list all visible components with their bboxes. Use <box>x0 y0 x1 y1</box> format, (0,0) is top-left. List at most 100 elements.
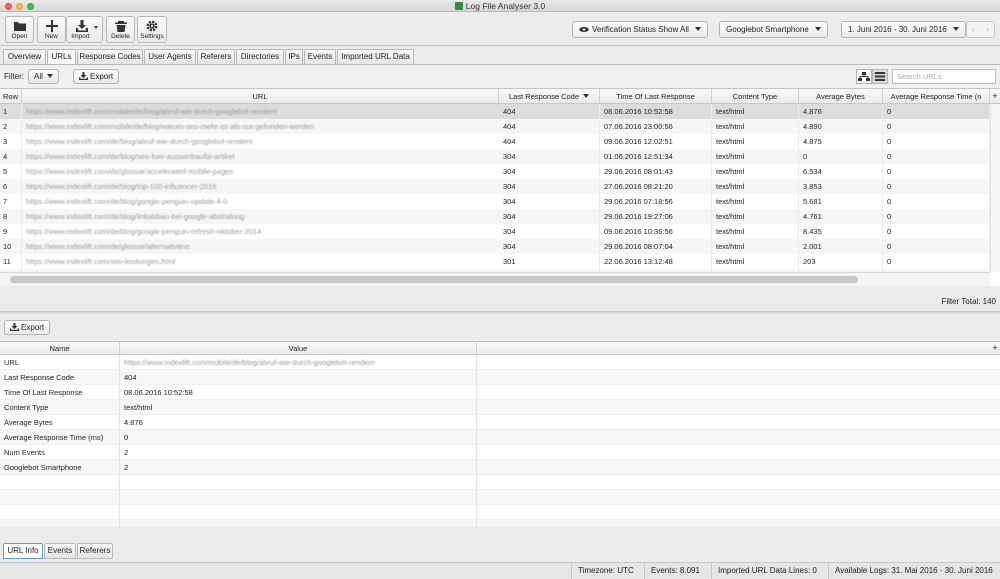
export-icon <box>10 323 19 331</box>
table-cell: 09.06.2016 12:02:51 <box>600 134 712 149</box>
table-row[interactable]: 10 https://www.indexlift.com/de/glossar/a… <box>0 239 990 254</box>
window-title: Log File Analyser 3.0 <box>465 1 546 11</box>
table-row[interactable]: 3 https://www.indexlift.com/de/blog/abruf… <box>0 134 990 149</box>
table-cell: https://www.indexlift.com/de/glossar/alt… <box>26 242 190 251</box>
table-cell: 2.001 <box>799 239 883 254</box>
url-info-table: Name Value + URL https://www.indexlift.co… <box>0 341 1000 527</box>
table-cell: 0 <box>883 134 990 149</box>
table-cell: 304 <box>499 179 600 194</box>
table-row[interactable]: 8 https://www.indexlift.com/de/blog/linka… <box>0 209 990 224</box>
export-label: Export <box>90 72 114 81</box>
tab-events[interactable]: Events <box>304 49 336 65</box>
column-header-value[interactable]: Value <box>120 342 477 355</box>
column-header-average-bytes[interactable]: Average Bytes <box>799 89 883 104</box>
user-agent-dropdown[interactable]: Googlebot Smartphone <box>719 21 828 38</box>
search-input[interactable]: Search URLs <box>892 69 996 84</box>
detail-value: 2 <box>124 463 129 472</box>
verification-status-label: Verification Status Show All <box>592 25 689 34</box>
tree-view-button[interactable] <box>856 69 872 84</box>
export-button[interactable]: Export <box>73 69 120 84</box>
detail-row[interactable]: Last Response Code 404 <box>0 370 1000 385</box>
horizontal-scroll-thumb[interactable] <box>10 276 858 283</box>
tab-urls[interactable]: URLs <box>47 49 76 65</box>
column-header-name[interactable]: Name <box>0 342 120 355</box>
detail-row[interactable]: Average Bytes 4.876 <box>0 415 1000 430</box>
import-button[interactable]: Import <box>66 16 103 43</box>
table-cell: 2 <box>0 119 22 134</box>
previous-arrow-icon[interactable]: ‹ <box>972 24 975 34</box>
column-header-time-of-last-response[interactable]: Time Of Last Response <box>600 89 712 104</box>
detail-row[interactable]: Num Events 2 <box>0 445 1000 460</box>
vertical-scrollbar[interactable] <box>990 104 1000 272</box>
export-icon <box>79 72 88 80</box>
search-placeholder: Search URLs <box>897 72 942 81</box>
detail-row[interactable]: Googlebot Smartphone 2 <box>0 460 1000 475</box>
column-header-url[interactable]: URL <box>22 89 499 104</box>
date-range-dropdown[interactable]: 1. Juni 2016 - 30. Juni 2016 <box>841 21 966 38</box>
user-agent-label: Googlebot Smartphone <box>726 25 809 34</box>
table-cell: 3.853 <box>799 179 883 194</box>
bottom-tab-url-info[interactable]: URL Info <box>3 543 43 559</box>
table-cell: https://www.indexlift.com/de/blog/google… <box>26 197 228 206</box>
column-header-row[interactable]: Row <box>0 89 22 104</box>
tab-overview[interactable]: Overview <box>3 49 46 65</box>
detail-name: Content Type <box>4 403 49 412</box>
detail-row[interactable]: Content Type text/html <box>0 400 1000 415</box>
filter-select[interactable]: All <box>28 69 59 84</box>
detail-value: 08.06.2016 10:52:58 <box>124 388 193 397</box>
settings-button[interactable]: Settings <box>137 16 167 43</box>
detail-row[interactable]: URL https://www.indexlift.com/mobile/de/b… <box>0 355 1000 370</box>
gear-icon <box>146 20 158 32</box>
table-row[interactable]: 4 https://www.indexlift.com/de/blog/seo-f… <box>0 149 990 164</box>
tab-referers[interactable]: Referers <box>197 49 235 65</box>
column-header-last-response-code[interactable]: Last Response Code <box>499 89 600 104</box>
tab-imported-url-data[interactable]: Imported URL Data <box>337 49 414 65</box>
tab-ips[interactable]: IPs <box>285 49 303 65</box>
table-row[interactable]: 7 https://www.indexlift.com/de/blog/googl… <box>0 194 990 209</box>
table-row[interactable]: 6 https://www.indexlift.com/de/blog/top-1… <box>0 179 990 194</box>
next-arrow-icon[interactable]: › <box>986 24 989 34</box>
table-cell: 8.435 <box>799 224 883 239</box>
detail-row[interactable]: Average Response Time (ms) 0 <box>0 430 1000 445</box>
tab-user-agents[interactable]: User Agents <box>144 49 196 65</box>
detail-name: Googlebot Smartphone <box>4 463 82 472</box>
detail-row[interactable]: Time Of Last Response 08.06.2016 10:52:58 <box>0 385 1000 400</box>
list-view-button[interactable] <box>872 69 888 84</box>
column-header-content-type[interactable]: Content Type <box>712 89 799 104</box>
verification-status-dropdown[interactable]: Verification Status Show All <box>572 21 708 38</box>
table-row[interactable]: 1 https://www.indexlift.com/mobile/de/blo… <box>0 104 990 119</box>
detail-export-button[interactable]: Export <box>4 320 51 335</box>
table-row[interactable]: 9 https://www.indexlift.com/de/blog/googl… <box>0 224 990 239</box>
delete-button[interactable]: Delete <box>106 16 135 43</box>
table-cell: 304 <box>499 164 600 179</box>
table-cell: 7 <box>0 194 22 209</box>
add-column-icon[interactable]: + <box>990 342 1000 355</box>
table-cell: 01.06.2016 12:51:34 <box>600 149 712 164</box>
table-cell: 404 <box>499 104 600 119</box>
table-row[interactable]: 2 https://www.indexlift.com/mobile/de/blo… <box>0 119 990 134</box>
table-cell: https://www.indexlift.com/mobile/de/blog… <box>26 107 277 116</box>
table-row[interactable]: 5 https://www.indexlift.com/de/glossar/ac… <box>0 164 990 179</box>
bottom-tab-events[interactable]: Events <box>44 543 76 559</box>
filter-total: Filter Total: 140 <box>941 297 996 306</box>
detail-name: Average Response Time (ms) <box>4 433 104 442</box>
table-cell: 22.06.2016 13:12:48 <box>600 254 712 269</box>
open-button[interactable]: Open <box>5 16 34 43</box>
add-column-icon[interactable]: + <box>990 89 1000 104</box>
horizontal-scrollbar[interactable] <box>0 272 990 286</box>
detail-export-label: Export <box>21 323 45 332</box>
table-cell: 29.06.2016 19:27:06 <box>600 209 712 224</box>
status-bar: Timezone: UTC Events: 8.091 Imported URL… <box>0 562 1000 579</box>
detail-row-empty <box>0 505 1000 520</box>
table-cell: 304 <box>499 149 600 164</box>
list-view-icon <box>875 72 885 81</box>
panel-splitter[interactable] <box>0 311 1000 314</box>
column-header-average-response-time-n[interactable]: Average Response Time (n <box>883 89 990 104</box>
table-cell: 0 <box>799 149 883 164</box>
bottom-tab-referers[interactable]: Referers <box>77 543 113 559</box>
tab-directories[interactable]: Directories <box>236 49 284 65</box>
toolbar: Open New Import Delete Settings Verifica… <box>0 12 1000 46</box>
table-row[interactable]: 11 https://www.indexlift.com/seo-leistung… <box>0 254 990 269</box>
table-cell: 11 <box>0 254 22 269</box>
tab-response-codes[interactable]: Response Codes <box>77 49 143 65</box>
